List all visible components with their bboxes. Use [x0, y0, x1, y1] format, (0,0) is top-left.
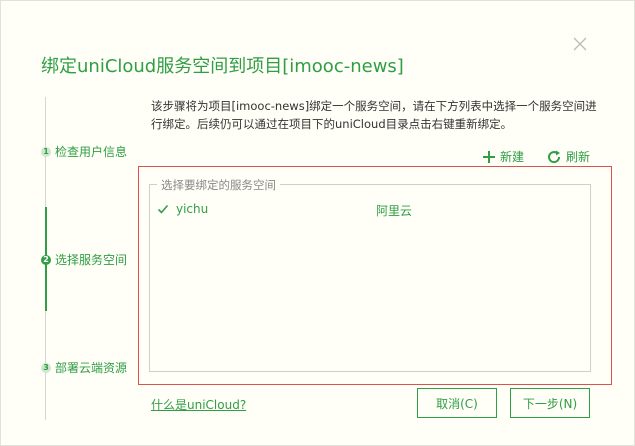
new-space-button[interactable]: 新建 — [482, 148, 524, 165]
refresh-icon — [548, 150, 561, 163]
next-step-button[interactable]: 下一步(N) — [510, 388, 590, 418]
new-space-label: 新建 — [500, 150, 525, 164]
dialog-title: 绑定uniCloud服务空间到项目[imooc-news] — [41, 56, 404, 77]
space-list-item[interactable]: yichu 阿里云 — [157, 201, 577, 219]
check-icon — [157, 203, 169, 218]
step-label: 检查用户信息 — [55, 145, 128, 159]
cancel-button[interactable]: 取消(C) — [417, 388, 497, 418]
refresh-button[interactable]: 刷新 — [546, 148, 590, 165]
refresh-label: 刷新 — [566, 150, 591, 164]
plus-icon — [483, 150, 495, 163]
step-check-user-info: 1 检查用户信息 — [41, 143, 127, 160]
step-1-marker: 1 — [41, 146, 51, 157]
space-name: yichu — [176, 202, 209, 216]
space-list-legend: 选择要绑定的服务空间 — [157, 177, 280, 193]
space-provider: 阿里云 — [376, 204, 413, 218]
step-2-marker: 2 — [41, 254, 51, 265]
close-icon[interactable] — [570, 34, 590, 54]
step-3-marker: 3 — [41, 362, 51, 373]
what-is-unicloud-link[interactable]: 什么是uniCloud? — [151, 396, 246, 413]
step-label: 部署云端资源 — [55, 361, 128, 375]
bind-space-dialog: 绑定uniCloud服务空间到项目[imooc-news] 1 检查用户信息 2… — [0, 0, 635, 446]
step-deploy-cloud: 3 部署云端资源 — [41, 359, 127, 376]
step-select-space: 2 选择服务空间 — [41, 251, 127, 268]
step-description: 该步骤将为项目[imooc-news]绑定一个服务空间，请在下方列表中选择一个服… — [151, 99, 597, 131]
step-label: 选择服务空间 — [55, 253, 128, 267]
